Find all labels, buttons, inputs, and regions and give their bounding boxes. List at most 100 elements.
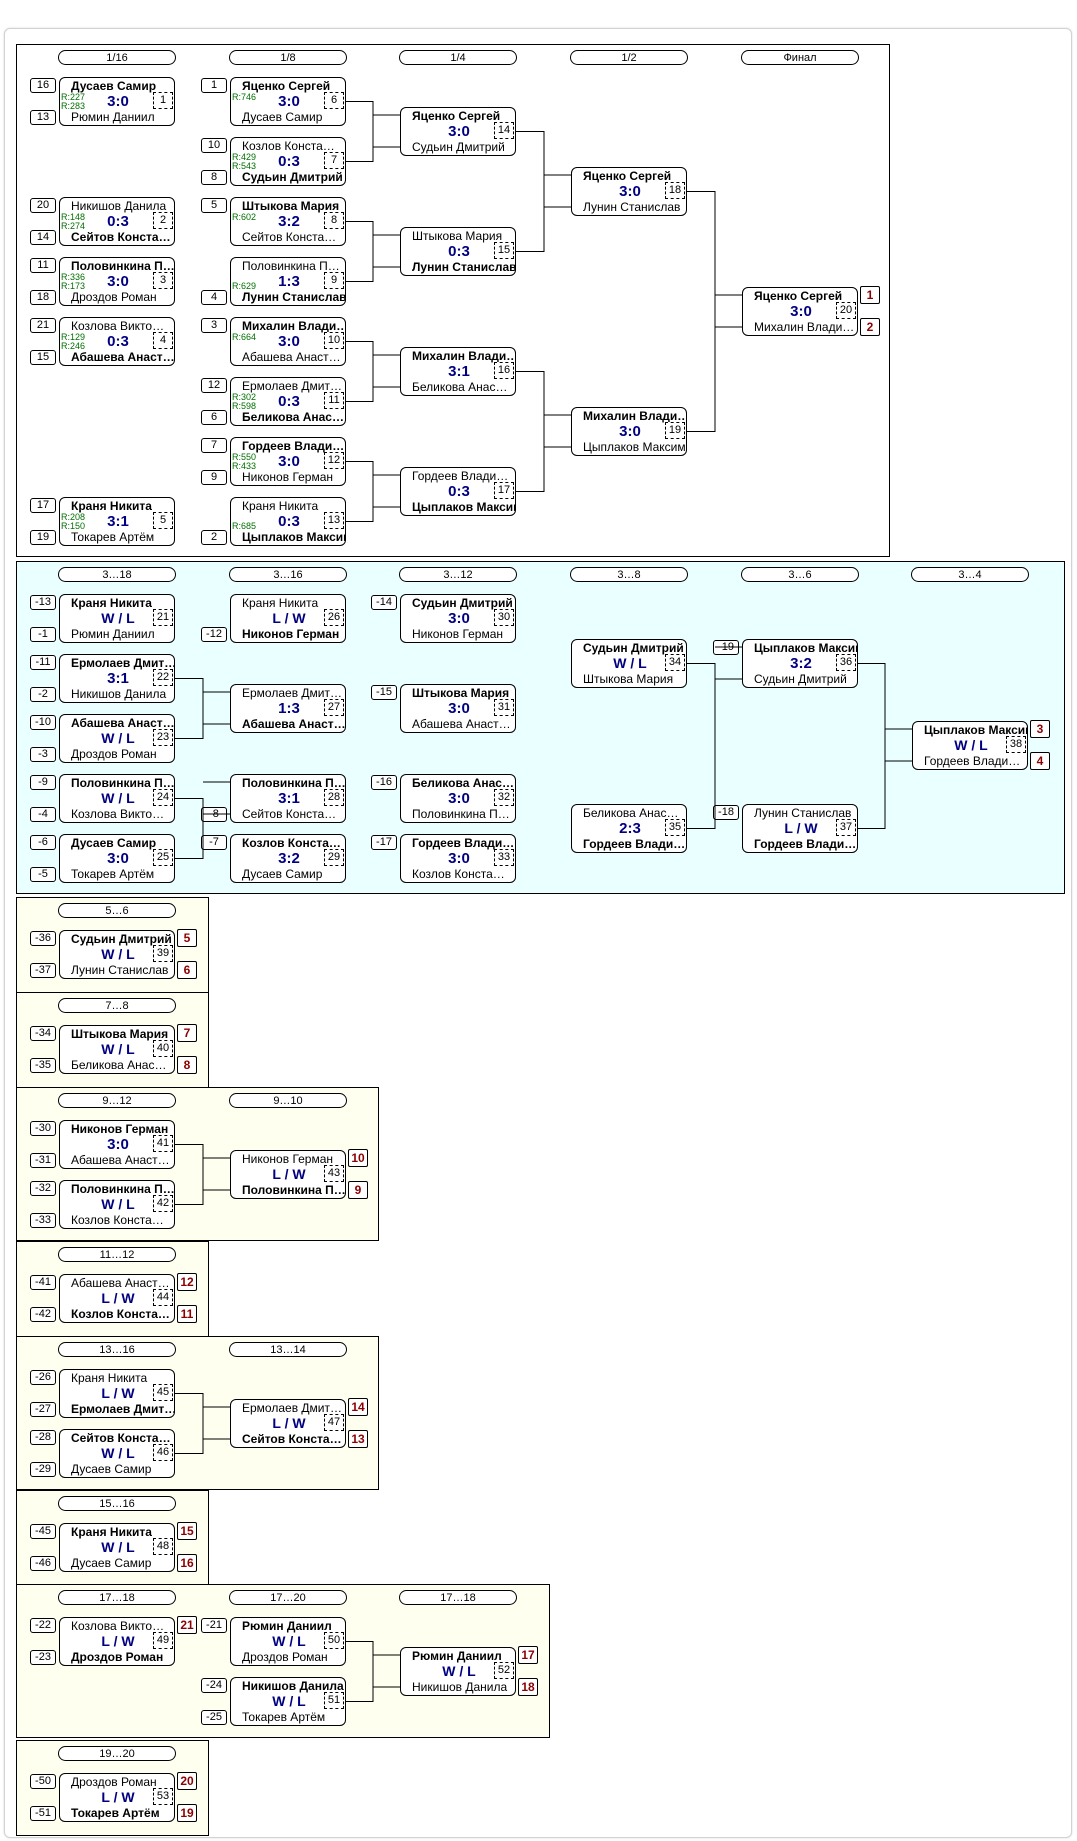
match-number: 18 [665,182,685,199]
match-card[interactable]: Козлов Конста… Дусаев Самир 3:2 29 [230,834,346,883]
seed-bottom: 6 [201,410,227,425]
seed-bottom: 14 [30,230,56,245]
match-card[interactable]: Беликова Анас… Гордеев Влади… 2:3 35 [571,804,687,853]
match-card[interactable]: Цыплаков Максим Гордеев Влади… W / L 38 [912,721,1028,770]
match-card[interactable]: Дусаев Самир Токарев Артём 3:0 25 [59,834,175,883]
match-number: 17 [494,482,514,499]
match-card[interactable]: Ермолаев Дмит… Никишов Данила 3:1 22 [59,654,175,703]
match-number: 20 [836,302,856,319]
player-top-name: Козлова Викто… [71,1619,165,1633]
match-card[interactable]: Судьин Дмитрий Никонов Герман 3:0 30 [400,594,516,643]
match-card[interactable]: Краня Никита Цыплаков Максим 0:3 R:685 13 [230,497,346,546]
match-card[interactable]: Яценко Сергей Дусаев Самир 3:0 R:746 6 [230,77,346,126]
rating-bottom: R:283 [61,101,86,111]
match-card[interactable]: Козлова Викто… Дроздов Роман L / W 49 [59,1617,175,1666]
match-card[interactable]: Цыплаков Максим Судьин Дмитрий 3:2 36 [742,639,858,688]
seed-top: -22 [30,1618,56,1633]
match-card[interactable]: Яценко Сергей Лунин Станислав 3:0 18 [571,167,687,216]
match-card[interactable]: Половинкина П… Дроздов Роман 3:0 R:336 R:173… [59,257,175,306]
match-card[interactable]: Яценко Сергей Михалин Влади… 3:0 20 [742,287,858,336]
match-card[interactable]: Рюмин Даниил Дроздов Роман W / L 50 [230,1617,346,1666]
match-card[interactable]: Штыкова Мария Беликова Анас… W / L 40 [59,1025,175,1074]
player-top-name: Беликова Анас… [583,806,679,820]
match-card[interactable]: Краня Никита Дусаев Самир W / L 48 [59,1523,175,1572]
match-card[interactable]: Рюмин Даниил Никишов Данила W / L 52 [400,1647,516,1696]
match-card[interactable]: Судьин Дмитрий Штыкова Мария W / L 34 [571,639,687,688]
match-card[interactable]: Никонов Герман Абашева Анаст… 3:0 41 [59,1120,175,1169]
player-bottom-name: Абашева Анаст… [412,717,511,731]
match-card[interactable]: Михалин Влади… Цыплаков Максим 3:0 19 [571,407,687,456]
player-top-name: Гордеев Влади… [242,439,345,453]
match-number: 24 [153,789,173,806]
match-card[interactable]: Ермолаев Дмит… Абашева Анаст… 1:3 27 [230,684,346,733]
match-number: 3 [153,272,173,289]
player-bottom-name: Никонов Герман [242,627,340,641]
seed-bottom: -27 [30,1402,56,1417]
match-card[interactable]: Краня Никита Рюмин Даниил W / L 21 [59,594,175,643]
match-card[interactable]: Половинкина П… Козлов Конста… W / L 42 [59,1180,175,1229]
match-number: 10 [324,332,344,349]
round-label: 3…12 [399,567,517,582]
player-bottom-name: Беликова Анас… [412,380,508,394]
player-bottom-name: Цыплаков Максим [412,500,516,514]
player-top-name: Ермолаев Дмит… [242,379,342,393]
match-card[interactable]: Половинкина П… Козлова Викто… W / L 24 [59,774,175,823]
match-card[interactable]: Краня Никита Токарев Артём 3:1 R:208 R:150 5 [59,497,175,546]
place-top: 10 [348,1149,368,1167]
player-top-name: Михалин Влади… [412,349,516,363]
match-card[interactable]: Гордеев Влади… Цыплаков Максим 0:3 17 [400,467,516,516]
match-card[interactable]: Никишов Данила Токарев Артём W / L 51 [230,1677,346,1726]
seed-bottom: -12 [201,627,227,642]
match-card[interactable]: Михалин Влади… Абашева Анаст… 3:0 R:664 10 [230,317,346,366]
match-number: 25 [153,849,173,866]
player-bottom-name: Никонов Герман [412,627,504,641]
match-card[interactable]: Штыкова Мария Сейтов Конста… 3:2 R:602 8 [230,197,346,246]
match-card[interactable]: Гордеев Влади… Никонов Герман 3:0 R:550 R:43… [230,437,346,486]
seed-bottom: -4 [30,807,56,822]
match-number: 42 [153,1195,173,1212]
player-bottom-name: Абашева Анаст… [71,1153,170,1167]
seed-bottom: -37 [30,963,56,978]
match-card[interactable]: Козлова Викто… Абашева Анаст… 0:3 R:129 R:24… [59,317,175,366]
match-card[interactable]: Краня Никита Ермолаев Дмит… L / W 45 [59,1369,175,1418]
match-card[interactable]: Судьин Дмитрий Лунин Станислав W / L 39 [59,930,175,979]
player-top-name: Дроздов Роман [71,1775,157,1789]
match-card[interactable]: Никишов Данила Сейтов Конста… 0:3 R:148 R:27… [59,197,175,246]
match-card[interactable]: Штыкова Мария Лунин Станислав 0:3 15 [400,227,516,276]
match-card[interactable]: Ермолаев Дмит… Беликова Анас… 0:3 R:302 R:59… [230,377,346,426]
match-number: 9 [324,272,344,289]
player-top-name: Яценко Сергей [412,109,501,123]
match-card[interactable]: Сейтов Конста… Дусаев Самир W / L 46 [59,1429,175,1478]
match-card[interactable]: Абашева Анаст… Козлов Конста… L / W 44 [59,1274,175,1323]
match-card[interactable]: Ермолаев Дмит… Сейтов Конста… L / W 47 [230,1399,346,1448]
round-label: Финал [741,50,859,65]
match-card[interactable]: Дусаев Самир Рюмин Даниил 3:0 R:227 R:283 1 [59,77,175,126]
match-card[interactable]: Краня Никита Никонов Герман L / W 26 [230,594,346,643]
match-card[interactable]: Яценко Сергей Судьин Дмитрий 3:0 14 [400,107,516,156]
match-card[interactable]: Половинкина П… Сейтов Конста… 3:1 28 [230,774,346,823]
match-card[interactable]: Дроздов Роман Токарев Артём L / W 53 [59,1773,175,1822]
player-bottom-name: Лунин Станислав [242,290,346,304]
player-bottom-name: Козлова Викто… [71,807,165,821]
place-top: 12 [177,1273,197,1291]
match-card[interactable]: Козлов Конста… Судьин Дмитрий 0:3 R:429 R:54… [230,137,346,186]
round-label: 3…6 [741,567,859,582]
match-card[interactable]: Михалин Влади… Беликова Анас… 3:1 16 [400,347,516,396]
player-bottom-name: Дусаев Самир [242,110,323,124]
match-number: 47 [324,1414,344,1431]
match-card[interactable]: Беликова Анас… Половинкина П… 3:0 32 [400,774,516,823]
match-card[interactable]: Штыкова Мария Абашева Анаст… 3:0 31 [400,684,516,733]
match-card[interactable]: Лунин Станислав Гордеев Влади… L / W 37 [742,804,858,853]
player-bottom-name: Рюмин Даниил [71,627,155,641]
match-number: 11 [324,392,344,409]
seed-top: 5 [201,198,227,213]
player-top-name: Краня Никита [71,499,152,513]
seed-bottom: -8 [201,807,227,822]
seed-top: -16 [371,775,397,790]
match-card[interactable]: Половинкина П… Лунин Станислав 1:3 R:629 9 [230,257,346,306]
match-card[interactable]: Гордеев Влади… Козлов Конста… 3:0 33 [400,834,516,883]
match-card[interactable]: Никонов Герман Половинкина П… L / W 43 [230,1150,346,1199]
player-bottom-name: Козлов Конста… [71,1307,170,1321]
player-bottom-name: Дроздов Роман [71,1650,164,1664]
match-card[interactable]: Абашева Анаст… Дроздов Роман W / L 23 [59,714,175,763]
